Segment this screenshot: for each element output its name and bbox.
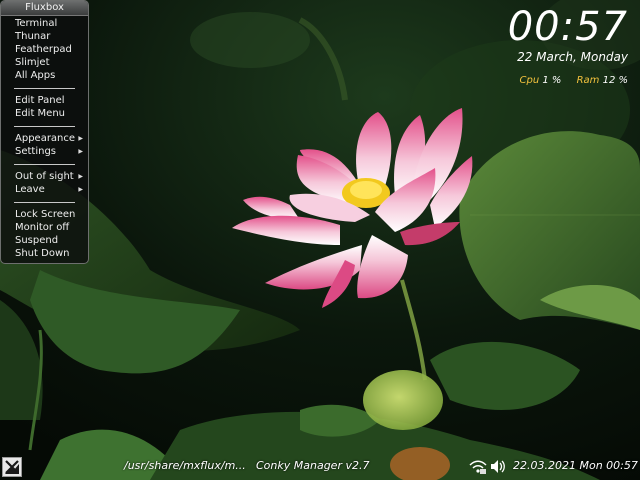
conky-time: 00:57 bbox=[507, 4, 628, 50]
menu-separator bbox=[14, 88, 75, 89]
ram-label: Ram bbox=[576, 75, 600, 86]
taskbar-clock[interactable]: 22.03.2021 Mon 00:57 bbox=[513, 459, 638, 473]
menu-item-out-of-sight[interactable]: Out of sight ▶ bbox=[1, 170, 88, 183]
menu-item-shut-down[interactable]: Shut Down bbox=[1, 247, 88, 260]
menu-item-appearance[interactable]: Appearance ▶ bbox=[1, 132, 88, 145]
taskbar-task[interactable]: /usr/share/mxflux/m... bbox=[124, 459, 246, 473]
menu-item-thunar[interactable]: Thunar bbox=[1, 30, 88, 43]
conky-stats: Cpu 1 % Ram 12 % bbox=[508, 75, 628, 87]
submenu-arrow-icon: ▶ bbox=[78, 135, 83, 142]
menu-item-settings[interactable]: Settings ▶ bbox=[1, 145, 88, 158]
menu-separator bbox=[14, 126, 75, 127]
menu-item-featherpad[interactable]: Featherpad bbox=[1, 43, 88, 56]
menu-separator bbox=[14, 202, 75, 203]
start-button[interactable] bbox=[2, 457, 22, 477]
menu-item-all-apps[interactable]: All Apps bbox=[1, 69, 88, 82]
fluxbox-root-menu: Fluxbox Terminal Thunar Featherpad Slimj… bbox=[0, 0, 89, 264]
menu-item-label: Settings bbox=[15, 146, 57, 157]
taskbar-task[interactable]: Conky Manager v2.7 bbox=[256, 459, 369, 473]
menu-item-monitor-off[interactable]: Monitor off bbox=[1, 221, 88, 234]
menu-item-lock-screen[interactable]: Lock Screen bbox=[1, 208, 88, 221]
submenu-arrow-icon: ▶ bbox=[78, 186, 83, 193]
menu-separator bbox=[14, 164, 75, 165]
menu-item-suspend[interactable]: Suspend bbox=[1, 234, 88, 247]
menu-item-label: Out of sight bbox=[15, 171, 74, 182]
cpu-value: 1 % bbox=[542, 75, 562, 86]
conky-date: 22 March, Monday bbox=[517, 50, 628, 64]
ram-value: 12 % bbox=[602, 75, 628, 86]
taskbar: /usr/share/mxflux/m... Conky Manager v2.… bbox=[0, 453, 640, 480]
submenu-arrow-icon: ▶ bbox=[78, 173, 83, 180]
menu-title: Fluxbox bbox=[1, 1, 88, 16]
menu-item-label: Leave bbox=[15, 184, 45, 195]
menu-item-label: Appearance bbox=[15, 133, 76, 144]
menu-item-slimjet[interactable]: Slimjet bbox=[1, 56, 88, 69]
network-icon[interactable] bbox=[469, 460, 487, 474]
menu-item-edit-menu[interactable]: Edit Menu bbox=[1, 107, 88, 120]
menu-item-terminal[interactable]: Terminal bbox=[1, 17, 88, 30]
menu-item-edit-panel[interactable]: Edit Panel bbox=[1, 94, 88, 107]
cpu-label: Cpu bbox=[519, 75, 540, 86]
submenu-arrow-icon: ▶ bbox=[78, 148, 83, 155]
conky-widget: 00:57 22 March, Monday Cpu 1 % Ram 12 % bbox=[508, 6, 628, 87]
mx-logo-icon bbox=[5, 460, 19, 474]
menu-item-leave[interactable]: Leave ▶ bbox=[1, 183, 88, 196]
volume-icon[interactable] bbox=[490, 459, 506, 474]
